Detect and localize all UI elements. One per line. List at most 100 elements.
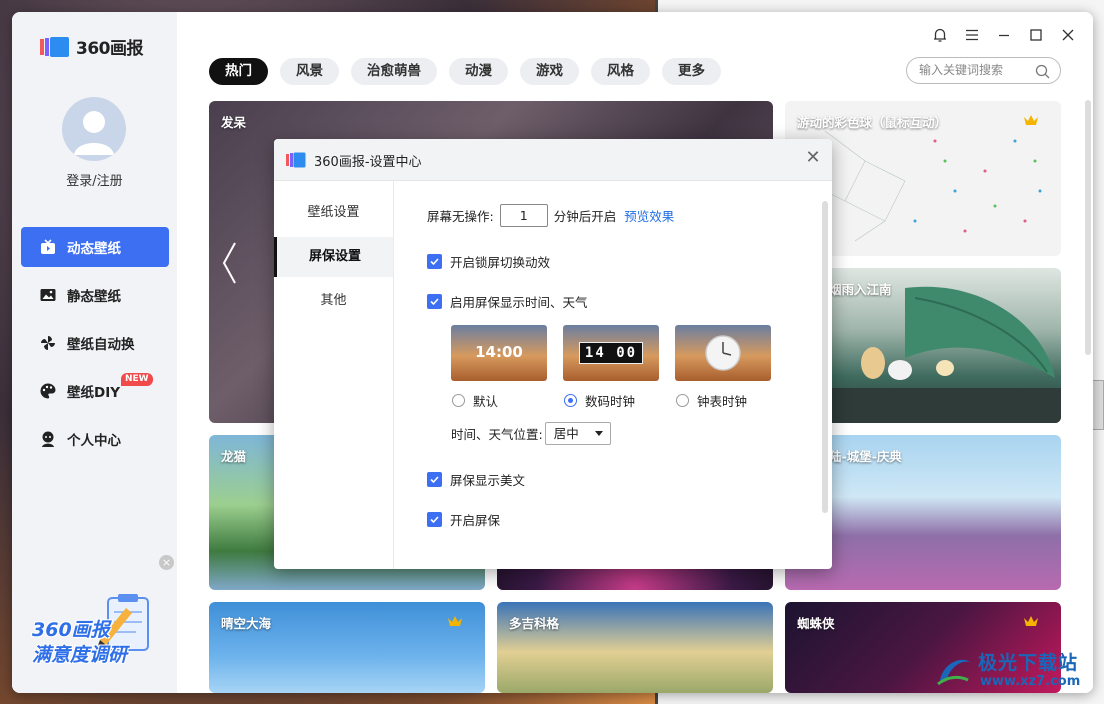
tab-wallpaper-settings[interactable]: 壁纸设置 [274, 193, 393, 233]
position-select-value: 居中 [553, 426, 579, 441]
logo-mark-icon [40, 36, 70, 58]
content-scrollbar[interactable] [1085, 100, 1091, 355]
app-logo: 360画报 [40, 34, 144, 59]
tab-games[interactable]: 游戏 [520, 58, 579, 85]
tv-icon [39, 238, 57, 256]
clock-style-default-label: 默认 [473, 394, 499, 409]
show-text-row: 屏保显示美文 [427, 470, 525, 489]
enable-screensaver-label: 开启屏保 [450, 513, 501, 528]
card-title: 烟雨入江南 [829, 282, 892, 297]
sidebar-item-personal-center[interactable]: 个人中心 [21, 419, 169, 459]
tab-cute-animals[interactable]: 治愈萌兽 [351, 58, 437, 85]
dialog-title: 360画报-设置中心 [314, 155, 422, 170]
chevron-down-icon [594, 431, 603, 436]
dialog-sidebar: 壁纸设置 屏保设置 其他 [274, 181, 394, 569]
wallpaper-card-dogecoin[interactable]: 多吉科格 [497, 602, 773, 693]
clock-style-analog-radio[interactable] [676, 394, 689, 407]
lock-anim-label: 开启锁屏切换动效 [450, 255, 551, 270]
lock-anim-checkbox[interactable] [427, 254, 442, 269]
sidebar-item-auto-change[interactable]: 壁纸自动换 [21, 323, 169, 363]
watermark-name: 极光下载站 [978, 652, 1079, 674]
pinwheel-icon [39, 334, 57, 352]
bell-icon[interactable] [931, 26, 949, 44]
idle-row: 屏幕无操作: 1 分钟后开启 预览效果 [427, 204, 674, 227]
search-icon[interactable] [1035, 63, 1050, 79]
sidebar-item-label: 静态壁纸 [67, 289, 121, 305]
show-text-label: 屏保显示美文 [450, 473, 526, 488]
idle-minutes-input[interactable]: 1 [499, 204, 548, 227]
enable-screensaver-checkbox[interactable] [427, 512, 442, 527]
clock-style-digital-preview[interactable]: 14 00 [563, 325, 659, 381]
category-tabs: 热门 风景 治愈萌兽 动漫 游戏 风格 更多 [209, 58, 721, 85]
position-select[interactable]: 居中 [544, 422, 611, 445]
card-title: 多吉科格 [509, 616, 560, 631]
show-text-checkbox[interactable] [427, 472, 442, 487]
sidebar-item-dynamic-wallpaper[interactable]: 动态壁纸 [21, 227, 169, 267]
card-title: 游动的彩色球（鼠标互动） [797, 115, 948, 130]
sidebar-item-label: 壁纸DIY [67, 385, 121, 401]
avatar[interactable] [62, 97, 126, 161]
idle-label: 屏幕无操作: [427, 209, 494, 224]
dialog-scrollbar[interactable] [822, 201, 828, 513]
dialog-close-icon[interactable]: ✕ [804, 149, 822, 167]
carousel-prev-icon[interactable] [221, 241, 237, 289]
show-time-checkbox[interactable] [427, 294, 442, 309]
clock-style-analog-option[interactable]: 钟表时钟 [676, 391, 747, 410]
search-input[interactable]: 输入关键词搜索 [906, 57, 1061, 84]
tab-hot[interactable]: 热门 [209, 58, 268, 85]
close-icon[interactable] [1059, 26, 1077, 44]
tab-more[interactable]: 更多 [662, 58, 721, 85]
preview-link[interactable]: 预览效果 [624, 206, 674, 225]
tab-style[interactable]: 风格 [591, 58, 650, 85]
clock-style-default-preview[interactable]: 14:00 [451, 325, 547, 381]
clock-style-digital-label: 数码时钟 [585, 394, 636, 409]
survey-line-1: 360画报 [32, 619, 110, 641]
app-logo-icon [286, 152, 306, 168]
card-title: 陆-城堡-庆典 [829, 449, 902, 464]
card-title: 蜘蛛侠 [797, 616, 835, 631]
show-time-row: 启用屏保显示时间、天气 [427, 292, 588, 311]
maximize-icon[interactable] [1027, 26, 1045, 44]
survey-line-2: 满意度调研 [32, 644, 128, 666]
idle-suffix: 分钟后开启 [553, 209, 617, 224]
sidebar-item-static-wallpaper[interactable]: 静态壁纸 [21, 275, 169, 315]
clock-style-analog-preview[interactable] [675, 325, 771, 381]
sidebar-item-diy[interactable]: 壁纸DIY NEW [21, 371, 169, 411]
clock-style-digital-option[interactable]: 数码时钟 [564, 391, 635, 410]
survey-banner[interactable]: 360画报 满意度调研 [26, 590, 166, 686]
menu-icon[interactable] [963, 26, 981, 44]
survey-text: 360画报 满意度调研 [32, 618, 127, 668]
sidebar-item-label: 个人中心 [67, 433, 121, 449]
aurora-logo-icon [934, 650, 974, 690]
position-label: 时间、天气位置: [451, 427, 543, 442]
search-placeholder: 输入关键词搜索 [919, 63, 1004, 77]
dialog-header: 360画报-设置中心 ✕ [274, 139, 832, 181]
tab-anime[interactable]: 动漫 [449, 58, 508, 85]
dialog-body: 屏幕无操作: 1 分钟后开启 预览效果 开启锁屏切换动效 启用屏保显示时间、天气… [427, 181, 817, 569]
wallpaper-card-sea[interactable]: 晴空大海 [209, 602, 485, 693]
minimize-icon[interactable] [995, 26, 1013, 44]
crown-icon [1023, 614, 1039, 628]
tab-scenery[interactable]: 风景 [280, 58, 339, 85]
clock-preview-text: 14:00 [475, 343, 523, 361]
watermark-url: www.xz7.com [980, 674, 1081, 689]
tab-other[interactable]: 其他 [274, 281, 393, 321]
clock-style-default-option[interactable]: 默认 [452, 391, 498, 410]
image-icon [39, 286, 57, 304]
settings-dialog: 360画报-设置中心 ✕ 壁纸设置 屏保设置 其他 屏幕无操作: 1 分钟后开启… [274, 139, 832, 569]
new-badge: NEW [121, 373, 153, 386]
clock-preview-text: 14 00 [579, 342, 643, 364]
show-time-label: 启用屏保显示时间、天气 [450, 295, 588, 310]
survey-close-icon[interactable]: × [159, 555, 174, 570]
position-row: 时间、天气位置: 居中 [451, 422, 611, 445]
card-title: 晴空大海 [221, 616, 272, 631]
clock-style-default-radio[interactable] [452, 394, 465, 407]
window-controls [931, 26, 1077, 44]
sidebar: 360画报 登录/注册 动态壁纸 静态壁纸 壁纸自动换 壁纸DIY NEW 个人… [12, 12, 177, 693]
login-link[interactable]: 登录/注册 [12, 170, 177, 189]
tab-screensaver-settings[interactable]: 屏保设置 [274, 237, 393, 277]
crown-icon [1023, 113, 1039, 127]
lock-anim-row: 开启锁屏切换动效 [427, 252, 550, 271]
enable-screensaver-row: 开启屏保 [427, 510, 500, 529]
clock-style-digital-radio[interactable] [564, 394, 577, 407]
